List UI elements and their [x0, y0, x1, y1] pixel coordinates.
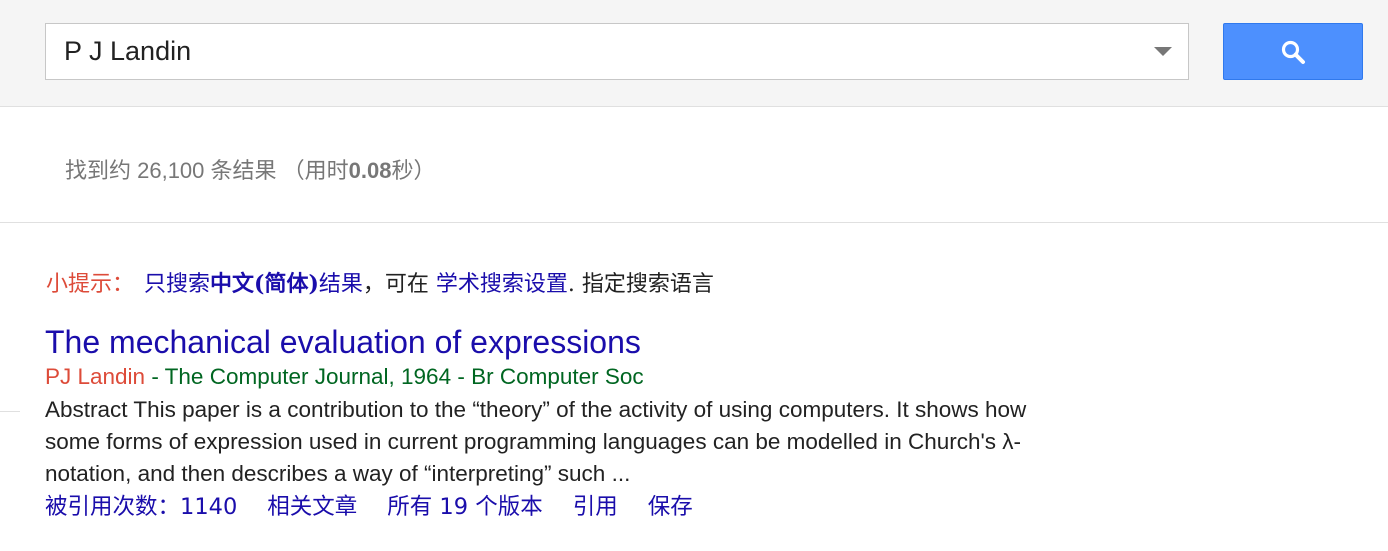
language-tip: 小提示： 只搜索中文(简体)结果，可在 学术搜索设置. 指定搜索语言	[46, 266, 714, 298]
search-box	[45, 23, 1189, 80]
scholar-settings-link[interactable]: 学术搜索设置	[436, 272, 568, 297]
result-title-link[interactable]: The mechanical evaluation of expressions	[45, 322, 1055, 362]
search-input[interactable]	[46, 24, 1126, 79]
result-stats: 找到约 26,100 条结果 （用时0.08秒）	[65, 153, 435, 185]
divider	[0, 411, 20, 412]
result-snippet: Abstract This paper is a contribution to…	[45, 397, 1027, 486]
search-icon	[1281, 40, 1305, 64]
header-bar	[0, 0, 1388, 107]
tip-text: ，可在	[362, 272, 436, 297]
result-stats-prefix: 找到约 26,100 条结果 （用时	[65, 158, 349, 183]
result-actions: 被引用次数：1140 相关文章 所有 19 个版本 引用 保存	[45, 491, 1055, 523]
search-button[interactable]	[1223, 23, 1363, 80]
tip-link-bold: 中文(简体)	[210, 271, 319, 297]
author-link[interactable]: PJ Landin	[45, 364, 145, 389]
search-chinese-only-link[interactable]: 只搜索中文(简体)结果	[144, 271, 363, 297]
cited-by-link[interactable]: 被引用次数：1140	[45, 494, 237, 520]
search-result: The mechanical evaluation of expressions…	[45, 322, 1055, 523]
tip-label: 小提示：	[46, 272, 135, 297]
result-stats-time: 0.08	[348, 158, 392, 183]
tip-link-text-end: 结果	[318, 272, 363, 297]
cite-link[interactable]: 引用	[573, 494, 618, 520]
result-source: - The Computer Journal, 1964 - Br Comput…	[145, 364, 644, 389]
chevron-down-icon[interactable]	[1154, 47, 1172, 56]
result-stats-suffix: 秒）	[391, 158, 436, 183]
result-meta: PJ Landin - The Computer Journal, 1964 -…	[45, 362, 1055, 392]
tip-text-end: . 指定搜索语言	[567, 272, 714, 297]
save-link[interactable]: 保存	[648, 494, 693, 520]
tip-link-text: 只搜索	[144, 272, 211, 297]
related-articles-link[interactable]: 相关文章	[267, 494, 357, 520]
result-stats-bar: 找到约 26,100 条结果 （用时0.08秒）	[0, 107, 1388, 223]
all-versions-link[interactable]: 所有 19 个版本	[387, 494, 542, 520]
